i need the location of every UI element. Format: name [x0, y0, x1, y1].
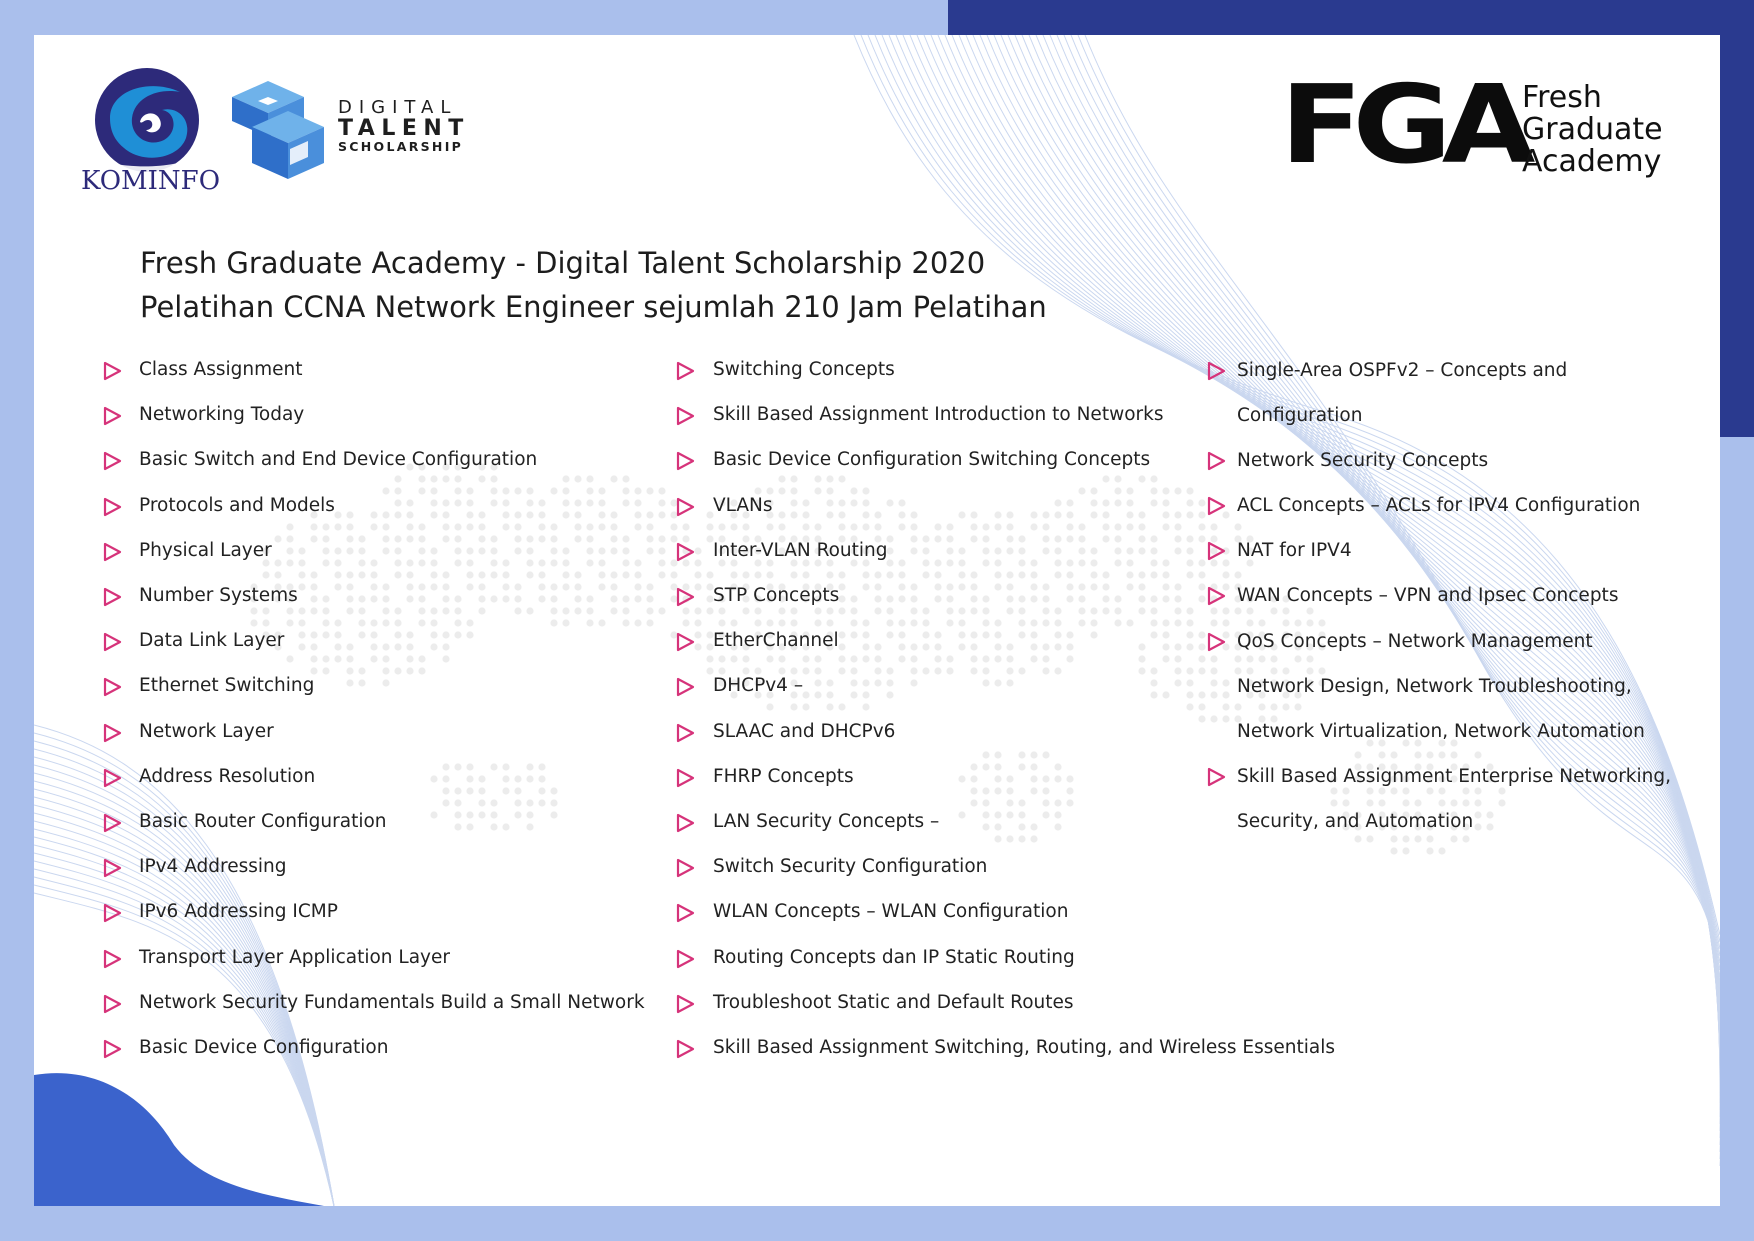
list-item: Network Layer [139, 720, 274, 742]
kominfo-label: KOMINFO [81, 166, 221, 196]
list-item: Basic Router Configuration [139, 811, 387, 832]
list-item: Network Security Fundamentals Build a Sm… [139, 991, 645, 1013]
list-item: Basic Device Configuration [139, 1037, 389, 1058]
fga-name-line1: Fresh [1522, 80, 1602, 115]
list-item: Address Resolution [139, 765, 316, 787]
play-outline-icon [101, 857, 123, 879]
list-item: VLANs [713, 494, 773, 516]
dts-line-scholarship: SCHOLARSHIP [338, 139, 464, 154]
play-outline-icon [101, 586, 123, 608]
list-item: FHRP Concepts [713, 765, 854, 787]
list-item: STP Concepts [713, 585, 840, 606]
list-item: Ethernet Switching [139, 675, 315, 697]
play-outline-icon [101, 405, 123, 427]
play-outline-icon [101, 676, 123, 698]
play-outline-icon [674, 767, 696, 789]
fga-name-line3: Academy [1522, 144, 1662, 179]
list-item: DHCPv4 – [713, 675, 804, 697]
dts-line-digital: DIGITAL [338, 97, 458, 118]
dts-wordmark: DIGITAL TALENT SCHOLARSHIP [338, 99, 470, 154]
world-map-watermark [34, 35, 1720, 1206]
play-outline-icon [674, 496, 696, 518]
list-item: Protocols and Models [139, 494, 335, 516]
play-outline-icon [674, 857, 696, 879]
list-item: Basic Switch and End Device Configuratio… [139, 449, 538, 471]
play-outline-icon [101, 767, 123, 789]
play-outline-icon [101, 631, 123, 653]
play-outline-icon [1205, 360, 1227, 382]
play-outline-icon [674, 586, 696, 608]
play-outline-icon [674, 541, 696, 563]
list-item-continuation: Configuration [1237, 405, 1363, 426]
play-outline-icon [1205, 450, 1227, 472]
play-outline-icon [101, 541, 123, 563]
content-card [34, 35, 1720, 1206]
list-item: IPv4 Addressing [139, 856, 287, 878]
fga-logo-mark: FGA [1280, 63, 1535, 188]
list-item: EtherChannel [713, 630, 839, 652]
list-item: Inter-VLAN Routing [713, 539, 888, 561]
play-outline-icon [101, 360, 123, 382]
play-outline-icon [1205, 495, 1227, 517]
list-item: LAN Security Concepts – [713, 811, 940, 832]
title-line2: Pelatihan CCNA Network Engineer sejumlah… [140, 290, 1047, 324]
play-outline-icon [1205, 631, 1227, 653]
play-outline-icon [101, 450, 123, 472]
play-outline-icon [674, 722, 696, 744]
list-item: Switch Security Configuration [713, 856, 988, 878]
play-outline-icon [1205, 585, 1227, 607]
list-item: Transport Layer Application Layer [139, 946, 450, 968]
list-item: Skill Based Assignment Introduction to N… [713, 404, 1164, 426]
play-outline-icon [674, 812, 696, 834]
play-outline-icon [674, 948, 696, 970]
list-item: ACL Concepts – ACLs for IPV4 Configurati… [1237, 495, 1641, 516]
list-item: Skill Based Assignment Switching, Routin… [713, 1037, 1336, 1058]
corner-wave-shape [34, 1073, 324, 1206]
play-outline-icon [1205, 540, 1227, 562]
play-outline-icon [674, 405, 696, 427]
title-line1: Fresh Graduate Academy - Digital Talent … [140, 246, 986, 280]
list-item: Routing Concepts dan IP Static Routing [713, 946, 1075, 968]
list-item: SLAAC and DHCPv6 [713, 720, 896, 742]
list-item: QoS Concepts – Network Management [1237, 631, 1593, 652]
list-item: Networking Today [139, 404, 305, 426]
play-outline-icon [101, 948, 123, 970]
play-outline-icon [1205, 766, 1227, 788]
list-item: Switching Concepts [713, 359, 895, 380]
list-item: Network Security Concepts [1237, 450, 1489, 471]
list-item: Number Systems [139, 585, 298, 606]
list-item: WLAN Concepts – WLAN Configuration [713, 901, 1069, 923]
list-item: Skill Based Assignment Enterprise Networ… [1237, 766, 1672, 787]
list-item: Data Link Layer [139, 630, 285, 652]
play-outline-icon [674, 902, 696, 924]
list-item: Basic Device Configuration Switching Con… [713, 449, 1151, 471]
page-title: Fresh Graduate Academy - Digital Talent … [140, 241, 1047, 329]
play-outline-icon [674, 1038, 696, 1060]
list-item-continuation: Security, and Automation [1237, 811, 1474, 832]
play-outline-icon [674, 450, 696, 472]
list-item: Physical Layer [139, 539, 272, 561]
list-item: Single-Area OSPFv2 – Concepts and [1237, 360, 1568, 381]
dts-line-talent: TALENT [338, 116, 470, 141]
fga-logo-name: Fresh Graduate Academy [1522, 82, 1663, 178]
list-item: NAT for IPV4 [1237, 540, 1352, 561]
list-item: IPv6 Addressing ICMP [139, 901, 338, 923]
play-outline-icon [101, 812, 123, 834]
list-item: WAN Concepts – VPN and Ipsec Concepts [1237, 585, 1619, 606]
list-item-continuation: Network Design, Network Troubleshooting, [1237, 676, 1632, 697]
play-outline-icon [101, 902, 123, 924]
fga-name-line2: Graduate [1522, 112, 1663, 147]
list-item: Class Assignment [139, 359, 303, 380]
dts-cube-logo-icon [232, 81, 324, 179]
play-outline-icon [101, 722, 123, 744]
play-outline-icon [674, 993, 696, 1015]
play-outline-icon [101, 496, 123, 518]
play-outline-icon [674, 676, 696, 698]
list-item-continuation: Network Virtualization, Network Automati… [1237, 721, 1645, 742]
play-outline-icon [101, 993, 123, 1015]
play-outline-icon [101, 1038, 123, 1060]
list-item: Troubleshoot Static and Default Routes [713, 991, 1074, 1013]
play-outline-icon [674, 360, 696, 382]
play-outline-icon [674, 631, 696, 653]
